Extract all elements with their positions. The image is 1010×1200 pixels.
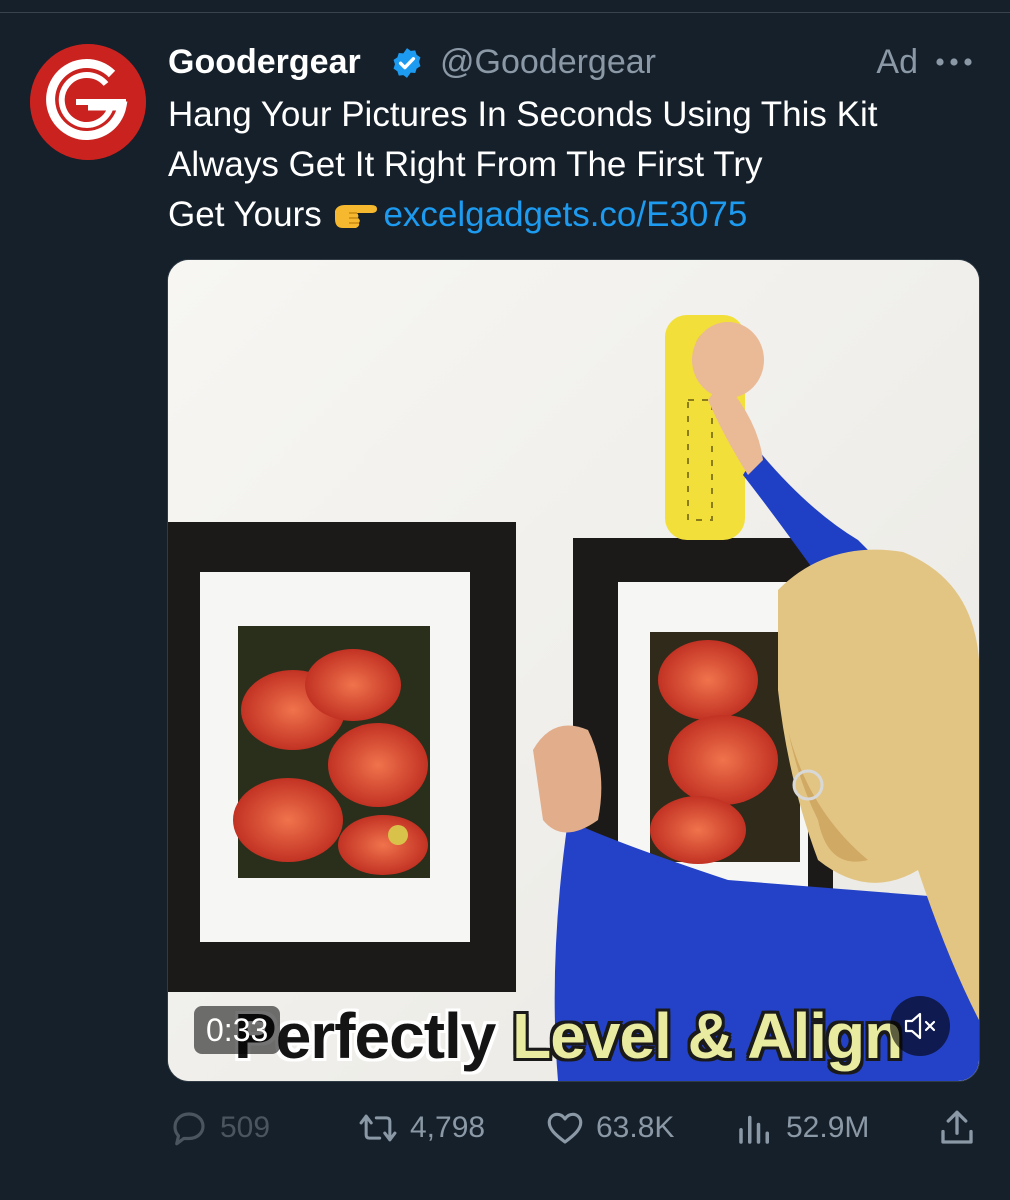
video-caption: Perfectly Level & Align [234, 996, 903, 1076]
verified-badge-icon [393, 48, 421, 78]
retweet-button[interactable]: 4,798 [356, 1100, 485, 1156]
like-count: 63.8K [596, 1111, 675, 1144]
retweet-icon [359, 1114, 397, 1142]
brand-logo [30, 44, 146, 160]
tweet-link[interactable]: excelgadgets.co/E3075 [383, 195, 747, 234]
reply-icon [173, 1112, 205, 1146]
more-icon[interactable] [934, 48, 974, 76]
tweet-line-3: Get Yours excelgadgets.co/E3075 [168, 190, 988, 240]
caption-highlight: Level & Align [512, 1000, 903, 1072]
tweet-line-2: Always Get It Right From The First Try [168, 145, 763, 184]
top-divider [0, 0, 1010, 13]
display-name[interactable]: Goodergear [168, 40, 361, 84]
tweet-header: Goodergear @Goodergear Ad [168, 40, 978, 84]
views-count: 52.9M [786, 1111, 870, 1144]
video-player[interactable]: Perfectly Level & Align 0:33 [167, 259, 980, 1082]
handle[interactable]: @Goodergear [440, 40, 656, 84]
avatar[interactable] [30, 44, 146, 160]
tweet-line-1: Hang Your Pictures In Seconds Using This… [168, 95, 878, 134]
views-button[interactable]: 52.9M [734, 1100, 869, 1156]
share-button[interactable] [936, 1100, 988, 1156]
mute-button[interactable] [890, 996, 950, 1056]
reply-count: 509 [220, 1111, 271, 1144]
tweet-text: Hang Your Pictures In Seconds Using This… [168, 90, 988, 240]
share-icon [941, 1110, 973, 1144]
tweet-actions: 509 4,798 63.8K 52.9M [168, 1100, 978, 1156]
ad-label: Ad [876, 43, 918, 81]
pointing-hand-icon [335, 204, 378, 228]
mute-icon [904, 1012, 936, 1040]
heart-icon [547, 1112, 583, 1144]
like-button[interactable]: 63.8K [544, 1100, 674, 1156]
video-duration: 0:33 [194, 1006, 281, 1054]
video-frame [168, 260, 979, 1081]
reply-button[interactable]: 509 [168, 1100, 270, 1156]
views-icon [739, 1115, 769, 1144]
get-yours-text: Get Yours [168, 195, 332, 234]
retweet-count: 4,798 [410, 1111, 486, 1144]
left-frame [168, 522, 516, 992]
